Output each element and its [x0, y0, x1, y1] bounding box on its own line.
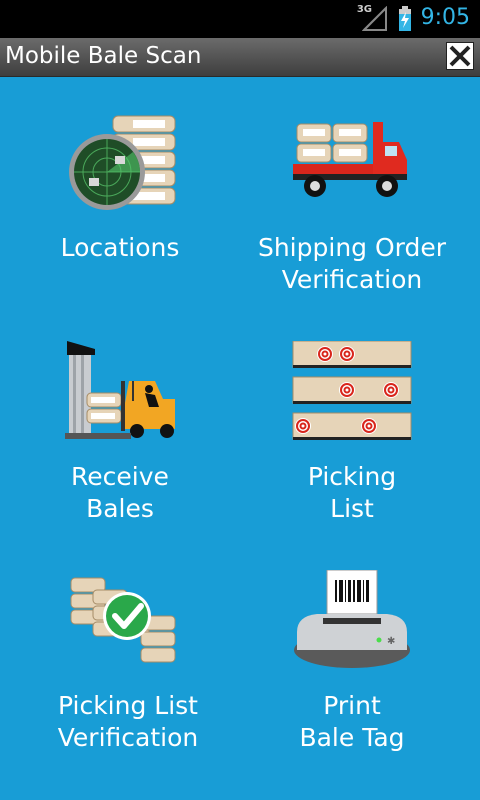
menu-item-receive-bales[interactable]: Receive Bales [8, 305, 248, 534]
title-bar: Mobile Bale Scan [0, 38, 480, 77]
clock: 9:05 [420, 5, 470, 30]
close-button[interactable] [446, 42, 474, 70]
battery-charging-icon [399, 6, 411, 31]
menu-item-label: Picking List [307, 462, 397, 523]
forklift-icon [65, 341, 175, 439]
page-title: Mobile Bale Scan [5, 43, 202, 69]
bales-checkmark-icon [70, 577, 176, 663]
truck-bales-icon [293, 122, 407, 197]
menu-item-label: Picking List Verification [57, 691, 199, 752]
menu-item-locations[interactable]: Locations [8, 76, 248, 305]
menu-item-shipping-order-verification[interactable]: Shipping Order Verification [232, 76, 472, 305]
menu-item-picking-list[interactable]: Picking List [232, 305, 472, 534]
bale-racks-icon [292, 341, 412, 440]
svg-text:✱: ✱ [387, 636, 395, 647]
close-icon [449, 45, 471, 67]
barcode-printer-icon: ✱ [294, 570, 410, 668]
status-bar: 3G 9:05 [0, 0, 480, 38]
signal-icon [362, 6, 387, 31]
menu-item-label: Locations [60, 233, 180, 262]
menu-item-label: Receive Bales [71, 462, 169, 523]
menu-item-print-bale-tag[interactable]: ✱ Print Bale Tag [232, 534, 472, 763]
radar-bales-icon [69, 115, 176, 210]
menu-item-picking-list-verification[interactable]: Picking List Verification [8, 534, 248, 763]
menu-grid: Locations Shipping Order Verification Re… [0, 76, 480, 800]
menu-item-label: Print Bale Tag [299, 691, 405, 752]
menu-item-label: Shipping Order Verification [257, 233, 447, 294]
